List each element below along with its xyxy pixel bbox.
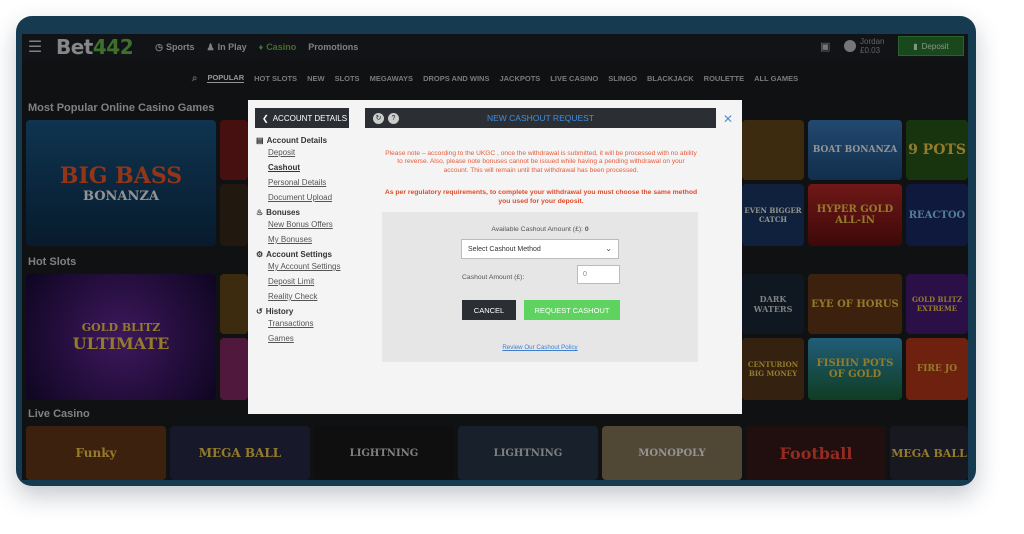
cashout-header: ↻ ? NEW CASHOUT REQUEST [365,108,716,128]
link-cashout[interactable]: Cashout [268,163,356,172]
cashout-method-select[interactable]: Select Cashout Method ⌄ [461,239,619,259]
group-history: ↺ History [256,307,356,316]
bonus-icon: ♨ [256,208,264,217]
link-new-bonus-offers[interactable]: New Bonus Offers [268,220,356,229]
chevron-down-icon: ⌄ [605,244,612,253]
account-details-header[interactable]: ❮ ACCOUNT DETAILS [255,108,349,128]
group-title: Account Settings [266,250,332,259]
link-my-bonuses[interactable]: My Bonuses [268,235,356,244]
amount-label: Cashout Amount (£): [462,274,525,281]
link-personal-details[interactable]: Personal Details [268,178,356,187]
cancel-button[interactable]: CANCEL [462,300,516,320]
link-games[interactable]: Games [268,334,356,343]
group-title: Bonuses [266,208,300,217]
link-document-upload[interactable]: Document Upload [268,193,356,202]
method-placeholder: Select Cashout Method [468,245,541,253]
cashout-amount-input[interactable]: 0 [577,265,620,284]
cashout-policy-link[interactable]: Review Our Cashout Policy [382,344,698,351]
link-deposit-limit[interactable]: Deposit Limit [268,277,356,286]
gear-icon: ⚙ [256,250,264,259]
help-icon[interactable]: ? [388,112,399,124]
group-title: Account Details [266,136,328,145]
group-account-settings: ⚙ Account Settings [256,250,356,259]
refresh-icon[interactable]: ↻ [373,112,384,124]
close-icon[interactable]: ✕ [723,112,733,126]
cashout-title: NEW CASHOUT REQUEST [486,113,595,123]
regulatory-note: As per regulatory requirements, to compl… [384,189,698,205]
chevron-left-icon: ❮ [262,113,269,123]
account-modal: ❮ ACCOUNT DETAILS ▤ Account Details Deposi… [248,100,742,414]
side-header-label: ACCOUNT DETAILS [272,113,348,123]
request-cashout-button[interactable]: REQUEST CASHOUT [524,300,620,320]
id-card-icon: ▤ [256,136,264,145]
link-my-account-settings[interactable]: My Account Settings [268,262,356,271]
available-value: 0 [584,226,589,233]
link-deposit[interactable]: Deposit [268,148,356,157]
ukgc-note: Please note – according to the UKGC , on… [385,150,697,174]
available-label: Available Cashout Amount (£): [491,226,583,233]
group-bonuses: ♨ Bonuses [256,208,356,217]
group-account-details: ▤ Account Details [256,136,356,145]
cashout-form: Available Cashout Amount (£): 0 Select C… [382,212,698,362]
link-transactions[interactable]: Transactions [268,319,356,328]
group-title: History [265,307,294,316]
browser-screen: ☰ Bet442 ◷ Sports ♟ In Play ♦ Casino Promot… [22,34,968,480]
link-reality-check[interactable]: Reality Check [268,292,356,301]
available-amount: Available Cashout Amount (£): 0 [382,226,698,233]
account-sidebar: ▤ Account Details Deposit Cashout Persona… [256,136,356,349]
history-icon: ↺ [256,307,263,316]
